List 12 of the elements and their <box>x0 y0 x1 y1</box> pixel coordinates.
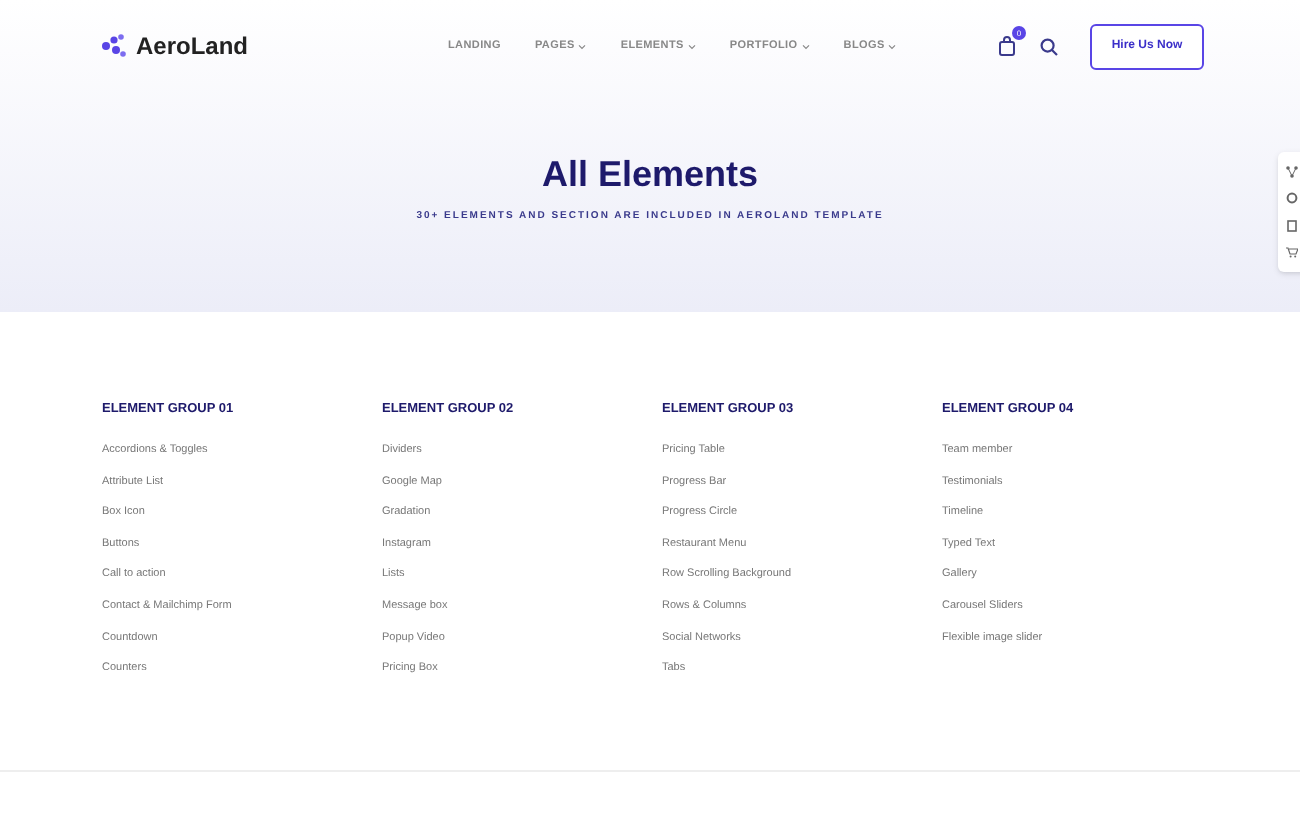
logo-icon <box>102 34 126 58</box>
shopping-bag-icon[interactable] <box>998 36 1016 56</box>
logo-text: AeroLand <box>136 30 249 64</box>
page-title: All Elements <box>541 152 759 198</box>
chevron-down-icon <box>888 43 897 49</box>
document-icon[interactable] <box>1286 219 1298 232</box>
chevron-down-icon <box>578 43 587 49</box>
cart-icon[interactable] <box>1286 246 1298 259</box>
chevron-down-icon <box>687 43 696 49</box>
chevron-down-icon <box>801 43 810 49</box>
share-icon[interactable] <box>1286 165 1298 178</box>
search-icon[interactable] <box>1040 37 1058 55</box>
